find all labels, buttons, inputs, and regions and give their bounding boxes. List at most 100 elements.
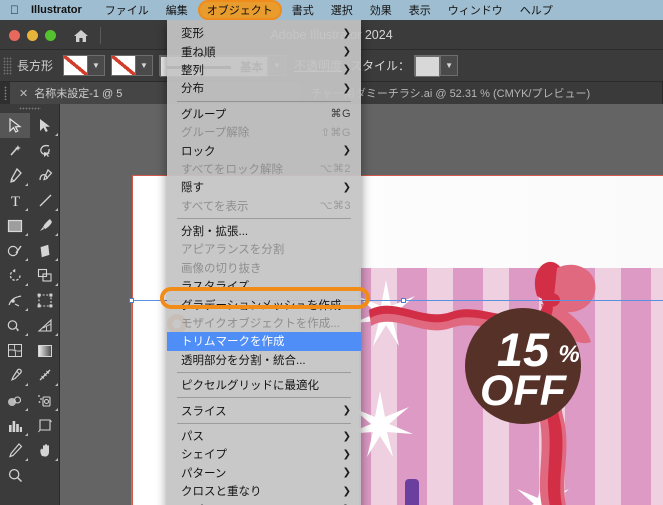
menu-item-default[interactable]: 隠す ❯ <box>167 178 361 196</box>
fill-swatch[interactable] <box>64 56 88 75</box>
menu-item-label: パターン <box>181 467 227 480</box>
lasso-tool[interactable] <box>30 138 60 163</box>
mesh-tool[interactable] <box>0 338 30 363</box>
menu-item-default[interactable]: パス ❯ <box>167 427 361 445</box>
menu-item-default[interactable]: 分割・拡張... <box>167 222 361 240</box>
chevron-right-icon: ❯ <box>342 405 351 417</box>
line-segment-tool[interactable] <box>30 188 60 213</box>
maximize-window-button[interactable] <box>45 30 56 41</box>
control-bar-grip[interactable] <box>3 56 12 75</box>
blend-tool[interactable] <box>0 388 30 413</box>
menu-type[interactable]: 書式 <box>285 1 321 19</box>
menu-item-default: すべてを表示 ⌥⌘3 <box>167 197 361 215</box>
menu-item-default[interactable]: シェイプ ❯ <box>167 445 361 463</box>
menu-item-default[interactable]: クロスと重なり ❯ <box>167 482 361 500</box>
selection-handle[interactable] <box>129 298 134 303</box>
app-menu-illustrator[interactable]: Illustrator <box>31 4 82 16</box>
menu-item-label: トリムマークを作成 <box>181 336 285 349</box>
menu-item-label: 重ね順 <box>181 46 216 59</box>
home-button[interactable] <box>68 26 94 46</box>
magic-wand-tool[interactable] <box>0 138 30 163</box>
measure-tool[interactable] <box>30 363 60 388</box>
menu-item-label: スライス <box>181 405 227 418</box>
menu-effect[interactable]: 効果 <box>363 1 399 19</box>
menu-item-label: シェイプ <box>181 449 227 462</box>
paintbrush-tool[interactable] <box>30 213 60 238</box>
minimize-window-button[interactable] <box>27 30 38 41</box>
perspective-grid-tool[interactable] <box>30 313 60 338</box>
menu-separator <box>177 422 351 424</box>
shaper-tool[interactable] <box>0 238 30 263</box>
menu-item-label: 整列 <box>181 64 204 77</box>
tools-panel-grip[interactable] <box>0 104 59 113</box>
tab-bar-grip[interactable] <box>0 82 10 104</box>
menu-edit[interactable]: 編集 <box>159 1 195 19</box>
fill-color-control[interactable]: ▼ <box>63 55 106 76</box>
chevron-right-icon: ❯ <box>342 145 351 157</box>
menu-item-default[interactable]: ピクセルグリッドに最適化 <box>167 376 361 394</box>
menu-help[interactable]: ヘルプ <box>513 1 560 19</box>
menu-item-default[interactable]: パターン ❯ <box>167 464 361 482</box>
rotate-tool[interactable] <box>0 263 30 288</box>
menu-item-label: 画像の切り抜き <box>181 262 262 275</box>
selection-handle[interactable] <box>401 298 406 303</box>
artboard-tool[interactable] <box>30 413 60 438</box>
menu-item-default[interactable]: 分布 ❯ <box>167 79 361 97</box>
menu-item-default[interactable]: スライス ❯ <box>167 401 361 419</box>
chevron-down-icon[interactable]: ▼ <box>87 56 105 75</box>
type-tool[interactable]: T <box>0 188 30 213</box>
menu-item-selected[interactable]: トリムマークを作成 <box>167 332 361 351</box>
tools-panel: T <box>0 104 60 505</box>
chevron-down-icon[interactable]: ▼ <box>440 56 458 75</box>
menu-select[interactable]: 選択 <box>324 1 360 19</box>
close-window-button[interactable] <box>9 30 20 41</box>
menu-item-default[interactable]: 透明部分を分割・統合... <box>167 351 361 369</box>
menu-item-default[interactable]: 変形 ❯ <box>167 24 361 42</box>
window-controls <box>9 30 56 41</box>
selection-tool[interactable] <box>0 113 30 138</box>
width-tool[interactable] <box>0 288 30 313</box>
menu-item-default[interactable]: リピート❯ <box>167 500 361 505</box>
chevron-right-icon: ❯ <box>342 467 351 479</box>
zoom-tool[interactable] <box>0 463 30 488</box>
illustrator-window:  Illustrator ファイル 編集 オブジェクト 書式 選択 効果 表示… <box>0 0 663 505</box>
menu-object[interactable]: オブジェクト <box>197 0 282 20</box>
symbol-sprayer-tool[interactable] <box>30 388 60 413</box>
object-dropdown-menu[interactable]: 変形 ❯ 重ね順 ❯ 整列 ❯ 分布 ❯ グループ ⌘G グループ解除 ⇧⌘G ロック ❯ すべてをロック解… <box>167 20 361 505</box>
svg-text:%: % <box>558 341 579 368</box>
menu-item-label: パス <box>181 431 204 443</box>
apple-icon[interactable]:  <box>10 4 19 16</box>
menu-item-default[interactable]: 整列 ❯ <box>167 61 361 79</box>
gradient-tool[interactable] <box>30 338 60 363</box>
menu-item-default[interactable]: ロック ❯ <box>167 141 361 159</box>
rectangle-tool[interactable] <box>0 213 30 238</box>
menu-view[interactable]: 表示 <box>402 1 438 19</box>
hand-tool[interactable] <box>30 438 60 463</box>
column-graph-tool[interactable] <box>0 413 30 438</box>
eraser-tool[interactable] <box>30 238 60 263</box>
eyedropper-tool[interactable] <box>0 363 30 388</box>
menu-item-label: クロスと重なり <box>181 486 262 499</box>
stroke-swatch[interactable] <box>112 56 136 75</box>
shape-builder-tool[interactable] <box>0 313 30 338</box>
stroke-color-control[interactable]: ▼ <box>111 55 154 76</box>
menu-item-default[interactable]: ラスタライズ... <box>167 277 361 295</box>
curvature-tool[interactable] <box>30 163 60 188</box>
menu-window[interactable]: ウィンドウ <box>441 1 510 19</box>
pen-tool[interactable] <box>0 163 30 188</box>
menu-item-default[interactable]: グループ ⌘G <box>167 105 361 123</box>
tool-expand-indicator <box>55 208 58 211</box>
close-icon[interactable]: ✕ <box>19 87 28 100</box>
graphic-style-control[interactable]: ▼ <box>414 55 459 77</box>
menu-file[interactable]: ファイル <box>98 1 156 19</box>
graphic-style-swatch[interactable] <box>415 56 441 77</box>
canvas-area[interactable]: 15 % OFF <box>60 104 663 505</box>
slice-tool[interactable] <box>0 438 30 463</box>
menu-item-default[interactable]: グラデーションメッシュを作成... <box>167 295 361 313</box>
chevron-down-icon[interactable]: ▼ <box>135 56 153 75</box>
free-transform-tool[interactable] <box>30 288 60 313</box>
direct-selection-tool[interactable] <box>30 113 60 138</box>
menu-item-label: すべてを表示 <box>181 200 249 213</box>
scale-tool[interactable] <box>30 263 60 288</box>
menu-item-default[interactable]: 重ね順 ❯ <box>167 42 361 60</box>
